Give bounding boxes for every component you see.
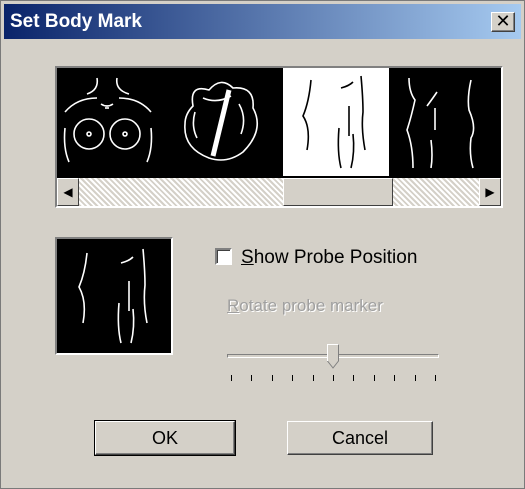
cancel-button[interactable]: Cancel <box>287 421 433 455</box>
ok-button[interactable]: OK <box>94 420 236 456</box>
rotate-slider-thumb[interactable] <box>327 344 339 369</box>
arrow-left-icon: ◀ <box>63 185 73 199</box>
slider-tick <box>231 375 232 381</box>
arrow-right-icon: ▶ <box>485 185 495 199</box>
slider-tick <box>251 375 253 381</box>
slider-tick <box>333 375 334 381</box>
dialog-window: Set Body Mark ✕ ◀ ▶ Show Probe Position … <box>0 0 525 489</box>
scroll-right-button[interactable]: ▶ <box>479 178 501 206</box>
close-button[interactable]: ✕ <box>491 11 515 32</box>
close-icon: ✕ <box>495 11 511 32</box>
slider-tick <box>312 375 314 381</box>
slider-tick <box>414 375 416 381</box>
show-probe-position-label[interactable]: Show Probe Position <box>241 247 417 269</box>
slider-tick <box>373 375 375 381</box>
accesskey-r: R <box>227 296 240 315</box>
label-rest: how Probe Position <box>253 247 418 268</box>
body-mark-gallery: ◀ ▶ <box>55 66 503 208</box>
slider-tick <box>353 375 355 381</box>
window-title: Set Body Mark <box>10 11 142 32</box>
body-mark-preview <box>55 237 173 355</box>
thumb-chest-breasts[interactable] <box>57 68 163 176</box>
title-bar: Set Body Mark ✕ <box>4 4 521 39</box>
gallery-scrollbar[interactable]: ◀ ▶ <box>57 178 501 206</box>
scroll-track[interactable] <box>79 178 479 206</box>
rotate-slider-ticks <box>227 375 439 383</box>
slider-tick <box>271 375 273 381</box>
slider-tick <box>292 375 294 381</box>
slider-tick <box>394 375 396 381</box>
thumb-torso-side[interactable] <box>395 68 501 176</box>
show-probe-position-checkbox[interactable] <box>215 248 232 265</box>
slider-tick <box>435 375 436 381</box>
rotate-probe-marker-label: Rotate probe marker <box>227 296 383 316</box>
accesskey-s: S <box>241 247 254 268</box>
scroll-left-button[interactable]: ◀ <box>57 178 79 206</box>
scroll-thumb[interactable] <box>283 178 393 206</box>
thumb-torso-front[interactable] <box>283 68 389 176</box>
label-rest: otate probe marker <box>239 296 383 315</box>
thumb-heart[interactable] <box>169 68 275 176</box>
